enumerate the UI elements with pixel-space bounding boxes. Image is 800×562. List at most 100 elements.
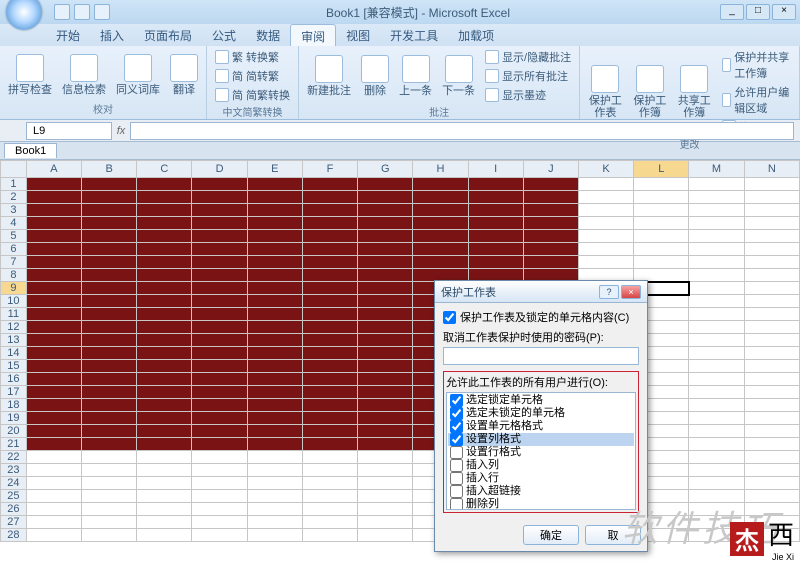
- row-header[interactable]: 2: [1, 191, 27, 204]
- cell[interactable]: [744, 308, 799, 321]
- tab-视图[interactable]: 视图: [336, 24, 380, 46]
- row-header[interactable]: 21: [1, 438, 27, 451]
- cell[interactable]: [358, 282, 413, 295]
- cell[interactable]: [634, 256, 689, 269]
- row-header[interactable]: 25: [1, 490, 27, 503]
- cell[interactable]: [634, 191, 689, 204]
- cell[interactable]: [413, 191, 468, 204]
- cell[interactable]: [689, 438, 744, 451]
- cell[interactable]: [634, 204, 689, 217]
- cell[interactable]: [137, 243, 192, 256]
- cell[interactable]: [689, 334, 744, 347]
- cell[interactable]: [689, 204, 744, 217]
- cell[interactable]: [26, 477, 81, 490]
- maximize-icon[interactable]: □: [746, 4, 770, 20]
- perm-item[interactable]: 插入超链接: [448, 485, 634, 498]
- cell[interactable]: [689, 269, 744, 282]
- cell[interactable]: [247, 425, 302, 438]
- select-all[interactable]: [1, 161, 27, 178]
- cell[interactable]: [634, 230, 689, 243]
- cell[interactable]: [302, 477, 357, 490]
- cell[interactable]: [26, 503, 81, 516]
- cell[interactable]: [82, 204, 137, 217]
- cell[interactable]: [744, 321, 799, 334]
- cell[interactable]: [82, 256, 137, 269]
- cell[interactable]: [523, 217, 578, 230]
- cell[interactable]: [26, 204, 81, 217]
- col-header[interactable]: N: [744, 161, 799, 178]
- cell[interactable]: [247, 490, 302, 503]
- cell[interactable]: [137, 334, 192, 347]
- cell[interactable]: [358, 490, 413, 503]
- cell[interactable]: [302, 490, 357, 503]
- cell[interactable]: [358, 360, 413, 373]
- perm-item[interactable]: 设置列格式: [448, 433, 634, 446]
- cell[interactable]: [137, 321, 192, 334]
- col-header[interactable]: E: [247, 161, 302, 178]
- row-header[interactable]: 7: [1, 256, 27, 269]
- ribbon-显示墨迹[interactable]: 显示墨迹: [483, 86, 573, 104]
- cell[interactable]: [578, 191, 633, 204]
- cell[interactable]: [247, 477, 302, 490]
- cell[interactable]: [137, 360, 192, 373]
- cell[interactable]: [358, 204, 413, 217]
- row-header[interactable]: 5: [1, 230, 27, 243]
- cell[interactable]: [744, 529, 799, 542]
- cell[interactable]: [26, 217, 81, 230]
- cell[interactable]: [634, 178, 689, 191]
- cell[interactable]: [137, 204, 192, 217]
- cell[interactable]: [689, 295, 744, 308]
- cell[interactable]: [689, 230, 744, 243]
- perm-checkbox[interactable]: [450, 433, 463, 446]
- cell[interactable]: [247, 347, 302, 360]
- cell[interactable]: [302, 438, 357, 451]
- ribbon-保护工作簿[interactable]: 保护工作簿: [631, 63, 669, 121]
- cell[interactable]: [26, 347, 81, 360]
- cell[interactable]: [192, 451, 247, 464]
- cell[interactable]: [26, 282, 81, 295]
- cell[interactable]: [302, 321, 357, 334]
- row-header[interactable]: 3: [1, 204, 27, 217]
- ribbon-新建批注[interactable]: 新建批注: [305, 53, 353, 99]
- col-header[interactable]: F: [302, 161, 357, 178]
- cell[interactable]: [192, 230, 247, 243]
- cell[interactable]: [82, 178, 137, 191]
- cell[interactable]: [26, 373, 81, 386]
- row-header[interactable]: 18: [1, 399, 27, 412]
- row-header[interactable]: 17: [1, 386, 27, 399]
- ribbon-信息检索[interactable]: 信息检索: [60, 52, 108, 98]
- cell[interactable]: [247, 204, 302, 217]
- tab-插入[interactable]: 插入: [90, 24, 134, 46]
- cell[interactable]: [689, 217, 744, 230]
- cell[interactable]: [247, 464, 302, 477]
- cell[interactable]: [26, 178, 81, 191]
- ribbon-保护并共享工作簿[interactable]: 保护并共享工作簿: [720, 48, 793, 82]
- dialog-help-icon[interactable]: ?: [599, 285, 619, 299]
- col-header[interactable]: K: [578, 161, 633, 178]
- cell[interactable]: [302, 347, 357, 360]
- tab-公式[interactable]: 公式: [202, 24, 246, 46]
- cell[interactable]: [26, 438, 81, 451]
- cell[interactable]: [744, 178, 799, 191]
- cell[interactable]: [137, 347, 192, 360]
- cell[interactable]: [192, 412, 247, 425]
- cell[interactable]: [192, 178, 247, 191]
- cell[interactable]: [82, 386, 137, 399]
- cell[interactable]: [82, 321, 137, 334]
- ribbon-拼写检查[interactable]: 拼写检查: [6, 52, 54, 98]
- ribbon-翻译[interactable]: 翻译: [168, 52, 200, 98]
- cell[interactable]: [247, 451, 302, 464]
- cell[interactable]: [26, 295, 81, 308]
- row-header[interactable]: 6: [1, 243, 27, 256]
- cell[interactable]: [302, 503, 357, 516]
- cell[interactable]: [302, 204, 357, 217]
- cell[interactable]: [468, 243, 523, 256]
- cell[interactable]: [82, 451, 137, 464]
- cell[interactable]: [247, 438, 302, 451]
- cell[interactable]: [744, 191, 799, 204]
- cell[interactable]: [578, 230, 633, 243]
- cell[interactable]: [468, 191, 523, 204]
- ribbon-下一条[interactable]: 下一条: [440, 53, 477, 99]
- col-header[interactable]: H: [413, 161, 468, 178]
- cell[interactable]: [192, 217, 247, 230]
